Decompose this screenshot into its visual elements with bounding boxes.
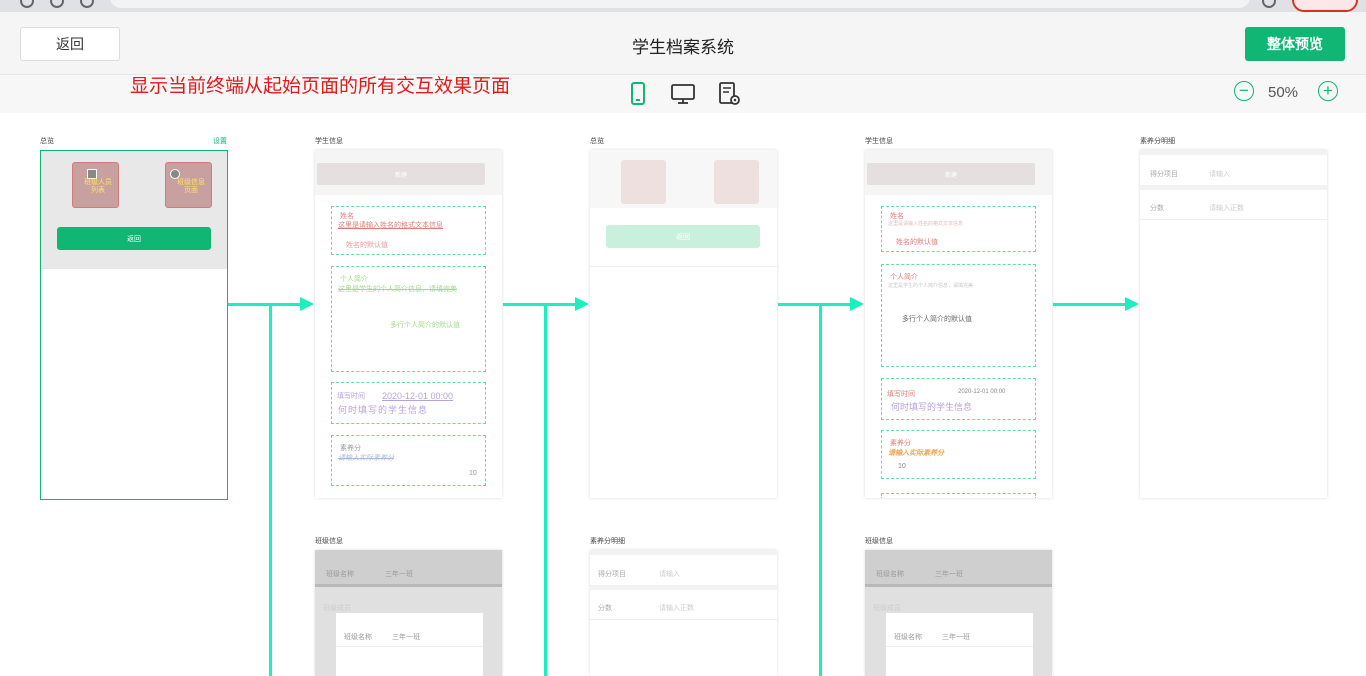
- field-score-2[interactable]: 素养分 请输入实际素养分 10: [881, 430, 1036, 479]
- field-intro[interactable]: 个人简介 这里是学生的个人简介信息，请填完美 多行个人简介的默认值: [331, 266, 486, 372]
- page-thumb-student-info[interactable]: 新建 姓名 这里是请输入姓名的格式文本信息 姓名的默认值 个人简介 这里是学生的…: [315, 150, 502, 498]
- flow-canvas: 总览 设置 学生信息 总览 学生信息 素养分明细 班级信息 素养分明细 班级信息…: [0, 113, 1366, 676]
- full-preview-button[interactable]: 整体预览: [1245, 27, 1345, 61]
- field-fill-time[interactable]: 填写时间 2020-12-01 00:00 何时填写的学生信息: [331, 382, 486, 424]
- page-label-overview: 总览: [40, 138, 54, 145]
- flow-arrowhead-1: [300, 297, 314, 311]
- overview-back-button-2[interactable]: 返回: [606, 225, 760, 248]
- page-label-student-2: 学生信息: [865, 138, 893, 145]
- page-thumb-score-detail-2[interactable]: 得分项目 请输入 分数 请输入正数: [590, 550, 777, 676]
- reload-icon[interactable]: [80, 0, 94, 8]
- flow-arrow-3: [778, 303, 852, 306]
- page-thumb-student-info-2[interactable]: 新建 姓名 这里是请输入姓名的格式文本信息 姓名的默认值 个人简介 这里是学生的…: [865, 150, 1052, 498]
- browser-toolbar: [0, 0, 1366, 12]
- page-thumb-overview[interactable]: 班级人员列表 班级信息页面 返回: [40, 150, 228, 500]
- flow-branch-1: [269, 304, 272, 676]
- qr-icon: [87, 169, 97, 179]
- flow-arrow-1: [228, 303, 302, 306]
- page-thumb-score-detail[interactable]: 得分项目 请输入 分数 请输入正数: [1140, 150, 1327, 498]
- field-name-2[interactable]: 姓名 这里是请输入姓名的格式文本信息 姓名的默认值: [881, 206, 1036, 252]
- flow-branch-3: [819, 304, 822, 676]
- tile-class-info[interactable]: 班级信息页面: [165, 162, 212, 208]
- new-button-2[interactable]: 新建: [867, 163, 1035, 185]
- forward-nav-icon[interactable]: [50, 0, 64, 8]
- notice-text: 显示当前终端从起始页面的所有交互效果页面: [130, 76, 511, 97]
- page-label-class: 班级信息: [315, 538, 343, 545]
- page-thumb-class-info[interactable]: 班级名称 三年一班 班级成员 班级名称 三年一班: [315, 550, 502, 676]
- zoom-out-button[interactable]: −: [1234, 81, 1254, 101]
- account-icon[interactable]: [1262, 0, 1276, 8]
- flow-branch-2: [544, 304, 547, 676]
- page-thumb-class-info-2[interactable]: 班级名称 三年一班 班级成员 班级名称 三年一班: [865, 550, 1052, 676]
- back-nav-icon[interactable]: [20, 0, 34, 8]
- flow-arrow-2: [503, 303, 577, 306]
- field-name[interactable]: 姓名 这里是请输入姓名的格式文本信息 姓名的默认值: [331, 206, 486, 255]
- tile-class-members[interactable]: 班级人员列表: [72, 162, 119, 208]
- flow-arrow-4: [1053, 303, 1127, 306]
- desktop-view-icon[interactable]: [670, 81, 696, 107]
- page-settings-link[interactable]: 设置: [213, 136, 227, 146]
- flow-arrowhead-2: [575, 297, 589, 311]
- item-input[interactable]: 请输入: [1209, 169, 1230, 179]
- field-score[interactable]: 素养分 请输入实际素养分 10: [331, 435, 486, 486]
- field-intro-2[interactable]: 个人简介 这里是学生的个人简介信息，请填完美 多行个人简介的默认值: [881, 264, 1036, 367]
- page-thumb-overview-2[interactable]: 返回: [590, 150, 777, 498]
- mobile-view-icon[interactable]: [625, 81, 651, 107]
- page-label-class-2: 班级信息: [865, 538, 893, 545]
- overview-back-button[interactable]: 返回: [57, 227, 211, 250]
- page-label-student: 学生信息: [315, 138, 343, 145]
- page-title: 学生档案系统: [632, 38, 734, 57]
- app-header: 返回 学生档案系统 整体预览: [0, 12, 1366, 75]
- field-fill-time-2[interactable]: 填写时间 2020-12-01 00:00 何时填写的学生信息: [881, 378, 1036, 420]
- address-bar[interactable]: [110, 0, 1250, 8]
- page-label-score-detail: 素养分明细: [1140, 138, 1175, 145]
- flow-arrowhead-4: [1125, 297, 1139, 311]
- new-button[interactable]: 新建: [317, 163, 485, 185]
- page-label-score-detail-2: 素养分明细: [590, 538, 625, 545]
- zoom-level: 50%: [1268, 84, 1299, 101]
- page-label-overview-2: 总览: [590, 138, 604, 145]
- info-icon: [170, 169, 180, 179]
- view-toolbar: 显示当前终端从起始页面的所有交互效果页面 − 50% +: [0, 75, 1366, 113]
- profile-button[interactable]: [1292, 0, 1358, 12]
- score-input[interactable]: 请输入正数: [1209, 203, 1244, 213]
- page-settings-icon[interactable]: [716, 81, 742, 107]
- flow-arrowhead-3: [850, 297, 864, 311]
- zoom-in-button[interactable]: +: [1318, 81, 1338, 101]
